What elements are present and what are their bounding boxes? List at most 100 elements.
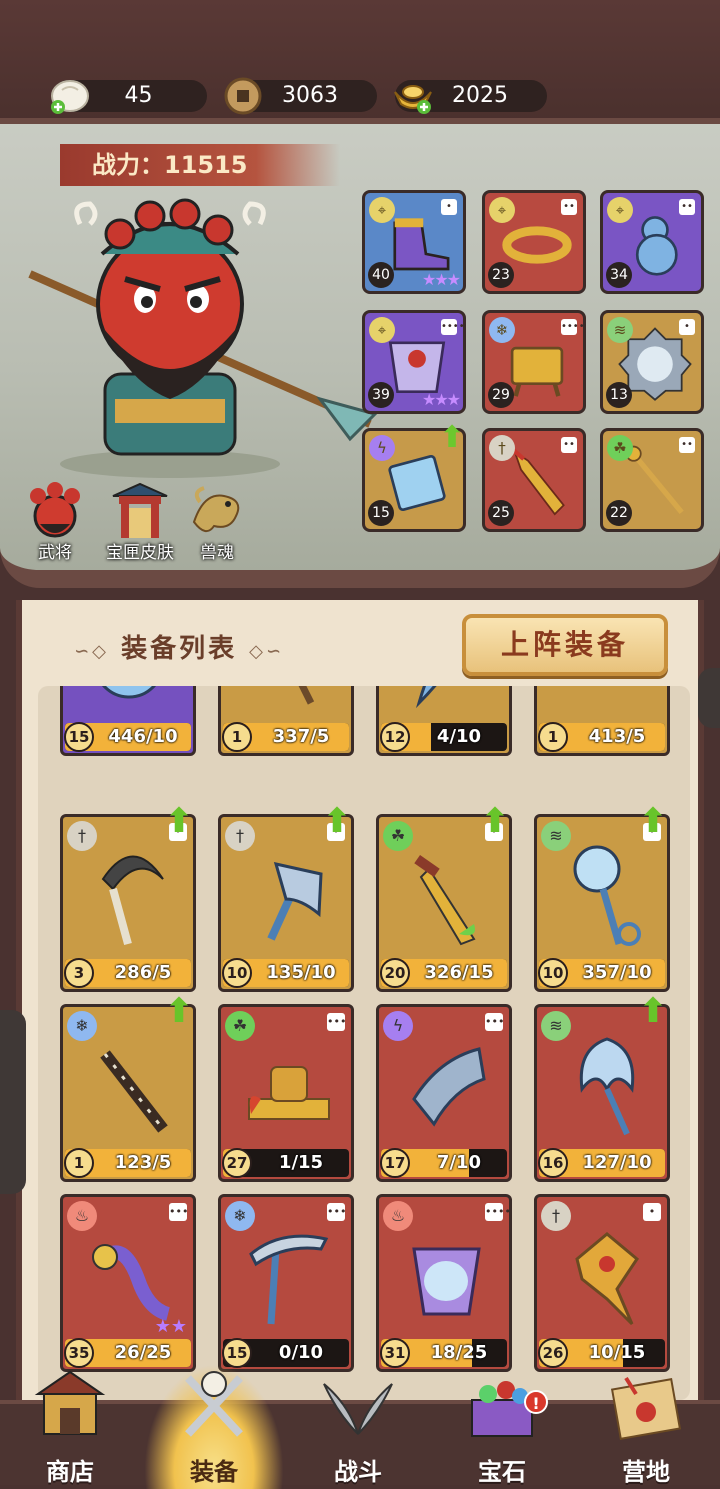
- slot-level: 15: [368, 500, 394, 526]
- slot-level: 25: [488, 500, 514, 526]
- currency-bar: 45 3063 2025: [0, 0, 720, 125]
- equipped-slot[interactable]: ⌖ • ★★★ 40: [362, 190, 466, 294]
- beast-soul-button[interactable]: 兽魂: [172, 482, 262, 563]
- quality-pips-icon: •: [679, 319, 695, 335]
- slot-level: 13: [606, 382, 632, 408]
- currency-value: 2025: [452, 83, 508, 108]
- equipment-card[interactable]: ☘ ••• 27 1/15: [218, 1004, 354, 1182]
- shard-count: 357/10: [582, 962, 652, 983]
- equipment-card[interactable]: 1 413/5: [534, 686, 670, 756]
- equipment-card[interactable]: † • ⬆ 10 135/10: [218, 803, 354, 992]
- nav-shop[interactable]: 商店: [0, 1364, 140, 1489]
- equipped-slot[interactable]: ≋ • 13: [600, 310, 704, 414]
- combat-power: 战力：11515: [60, 144, 340, 186]
- currency-value: 3063: [282, 83, 338, 108]
- nav-crossed-swords[interactable]: 装备: [144, 1364, 284, 1489]
- quality-pips-icon: •••: [327, 1203, 346, 1221]
- card-level: 1: [64, 1148, 94, 1178]
- bottom-nav: 商店 装备 战斗 ! 宝石 营地: [0, 1364, 720, 1489]
- card-level: 15: [64, 722, 94, 752]
- slot-level: 39: [368, 382, 394, 408]
- sword-icon: †: [225, 821, 255, 851]
- currency-ingots[interactable]: 2025: [394, 80, 547, 114]
- slot-level: 29: [488, 382, 514, 408]
- card-level: 15: [222, 1338, 252, 1368]
- equipment-card[interactable]: ϟ ••• 17 7/10: [376, 1004, 512, 1182]
- currency-coins[interactable]: 3063: [224, 77, 377, 115]
- sickle-icon: [101, 855, 164, 946]
- equipped-slot[interactable]: ❄ •••• 29: [482, 310, 586, 414]
- equipment-card[interactable]: 12 4/10: [376, 686, 512, 756]
- slot-level: 23: [488, 262, 514, 288]
- equipment-card[interactable]: ☘ • ⬆ 20 326/15: [376, 803, 512, 992]
- nav-gem-chest[interactable]: ! 宝石: [432, 1364, 572, 1489]
- generals-button[interactable]: 武将: [10, 482, 100, 563]
- shard-count: 413/5: [588, 726, 646, 747]
- quality-pips-icon: ••: [561, 199, 577, 215]
- equipment-card[interactable]: ≋ • ⬆ 10 357/10: [534, 803, 670, 992]
- equipment-cards: 15 446/10 1 337/5 12 4/10 1 413/5 † • ⬆ 3 286/5 † • ⬆ 10…: [38, 686, 690, 1400]
- nav-camp[interactable]: 营地: [576, 1364, 716, 1489]
- ornament-right-icon: ◇∽: [249, 641, 285, 662]
- equipment-card[interactable]: 1 337/5: [218, 686, 354, 756]
- side-drawer-handle[interactable]: [0, 1010, 26, 1194]
- card-level: 26: [538, 1338, 568, 1368]
- equipment-card[interactable]: ❄ ••• 15 0/10: [218, 1194, 354, 1372]
- nav-label: 商店: [46, 1457, 94, 1486]
- sword-icon: †: [541, 1201, 571, 1231]
- currency-buns[interactable]: 45: [51, 80, 207, 114]
- lightning-icon: ϟ: [369, 435, 395, 461]
- equipment-card[interactable]: ❄ ⬆ 1 123/5: [60, 993, 196, 1182]
- fire-icon: ♨: [383, 1201, 413, 1231]
- quality-pips-icon: •••: [327, 1013, 346, 1031]
- card-level: 16: [538, 1148, 568, 1178]
- equipment-card[interactable]: ♨ •••• 31 18/25: [376, 1194, 512, 1372]
- quality-pips-icon: ••••: [561, 319, 585, 335]
- target-icon: ⌖: [369, 197, 395, 223]
- deploy-equipment-button[interactable]: 上阵装备: [462, 614, 668, 676]
- currency-value: 45: [124, 83, 153, 108]
- card-level: 12: [380, 722, 410, 752]
- card-level: 10: [538, 958, 568, 988]
- wind-icon: ≋: [607, 317, 633, 343]
- equipped-slot[interactable]: ⌖ •• 23: [482, 190, 586, 294]
- equipment-card[interactable]: 15 446/10: [60, 686, 196, 756]
- equipment-card[interactable]: ≋ ⬆ 16 127/10: [534, 993, 670, 1182]
- upgrade-arrow-icon: ⬆: [638, 991, 668, 1031]
- equipped-slot[interactable]: ⌖ •••• ★★★ 39: [362, 310, 466, 414]
- nav-battle-blades[interactable]: 战斗: [288, 1364, 428, 1489]
- shard-count: 127/10: [582, 1152, 652, 1173]
- gate-pavilion-icon: [112, 482, 168, 538]
- snowflake-icon: ❄: [225, 1201, 255, 1231]
- equipment-card[interactable]: † • 26 10/15: [534, 1194, 670, 1372]
- general-portrait-icon: [30, 482, 80, 538]
- shop-icon: [34, 1370, 106, 1435]
- shard-count: 123/5: [114, 1152, 172, 1173]
- nav-label: 战斗: [334, 1457, 382, 1486]
- quality-pips-icon: •••: [485, 1013, 504, 1031]
- equipment-card[interactable]: † • ⬆ 3 286/5: [60, 803, 196, 992]
- equipped-slot[interactable]: ⌖ •• 34: [600, 190, 704, 294]
- equipped-slot[interactable]: † •• 25: [482, 428, 586, 532]
- equipment-list-title: ∽◇ 装备列表 ◇∽: [62, 628, 296, 665]
- side-drawer-handle-right[interactable]: [698, 668, 720, 728]
- mantle-icon: [412, 1247, 481, 1316]
- generals-label: 武将: [38, 543, 72, 563]
- equipped-slot[interactable]: ☘ •• 22: [600, 428, 704, 532]
- slot-level: 40: [368, 262, 394, 288]
- general-character[interactable]: [20, 184, 380, 484]
- quality-pips-icon: ••••: [441, 319, 465, 335]
- quality-pips-icon: ••: [679, 199, 695, 215]
- fang-icon: [557, 686, 649, 719]
- card-level: 10: [222, 958, 252, 988]
- equipped-slot[interactable]: ϟ ⬆ 15: [362, 421, 466, 532]
- snowflake-icon: ❄: [489, 317, 515, 343]
- equipment-card[interactable]: ♨ ••• ★★ 35 26/25: [60, 1194, 196, 1372]
- dagger-icon: [414, 855, 476, 946]
- star-rating-icon: ★★: [154, 1316, 187, 1337]
- wind-icon: ≋: [541, 821, 571, 851]
- slot-level: 22: [606, 500, 632, 526]
- fan-icon: [579, 1037, 635, 1136]
- shard-count: 446/10: [108, 726, 178, 747]
- card-level: 1: [538, 722, 568, 752]
